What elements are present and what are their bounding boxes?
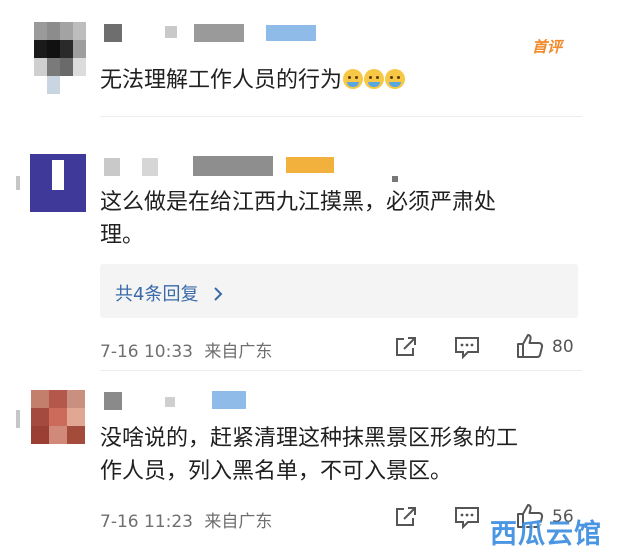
share-icon[interactable] [394, 506, 418, 528]
comment-text: 这么做是在给江西九江摸黑，必须严肃处 理。 [100, 190, 497, 248]
comment-text: 没啥说的，赶紧清理这种抹黑景区形象的工 作人员，列入黑名单，不可入景区。 [100, 426, 519, 484]
divider [16, 410, 20, 428]
thumbs-up-icon[interactable] [516, 333, 544, 359]
share-icon[interactable] [394, 336, 418, 358]
chevron-right-icon [214, 287, 223, 301]
timestamp: 7-16 10:33 [100, 342, 193, 362]
comment-text: 无法理解工作人员的行为 [100, 64, 406, 97]
divider [16, 176, 20, 190]
location: 来自广东 [204, 342, 273, 362]
comment-icon[interactable] [454, 335, 480, 359]
first-comment-badge: 首评 [532, 38, 563, 56]
divider [100, 116, 582, 117]
watermark-logo: 西瓜云馆 [490, 519, 602, 550]
view-replies-link[interactable]: 共4条回复 [115, 280, 224, 306]
comment-meta: 7-16 11:23 来自广东 [100, 507, 272, 532]
divider [100, 370, 582, 371]
comment-meta: 7-16 10:33 来自广东 [100, 337, 272, 362]
avatar[interactable] [30, 154, 86, 212]
like-count: 80 [552, 337, 574, 357]
comment-icon[interactable] [454, 505, 480, 529]
wink-emoji-icon [342, 68, 406, 93]
avatar[interactable] [31, 390, 85, 444]
avatar[interactable] [34, 22, 86, 94]
location: 来自广东 [204, 512, 273, 532]
timestamp: 7-16 11:23 [100, 512, 193, 532]
